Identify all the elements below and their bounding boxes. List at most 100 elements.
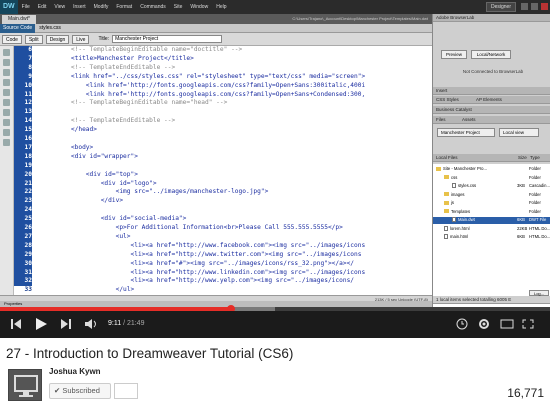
css-styles-tab[interactable]: CSS Styles xyxy=(433,96,473,104)
code-view-button[interactable]: Code xyxy=(2,34,22,44)
insert-tab[interactable]: Insert xyxy=(433,87,550,95)
channel-avatar[interactable] xyxy=(8,369,42,401)
site-select[interactable]: Manchester Project xyxy=(437,128,495,137)
code-line[interactable]: 17 <body> xyxy=(0,143,432,153)
menu-view[interactable]: View xyxy=(54,4,65,10)
play-icon[interactable] xyxy=(34,317,48,331)
code-line[interactable]: 16 xyxy=(0,135,432,144)
file-size: 6KB xyxy=(517,234,525,239)
code-line[interactable]: 21 <div id="logo"> xyxy=(0,179,432,189)
menu-modify[interactable]: Modify xyxy=(94,4,109,10)
code-line[interactable]: 28 <li><a href="http://www.facebook.com"… xyxy=(0,241,432,251)
file-row[interactable]: Main.dwt 6KB DWT File xyxy=(433,217,550,224)
menu-window[interactable]: Window xyxy=(190,4,208,10)
code-line[interactable]: 33 </ul> xyxy=(0,286,432,295)
log-button[interactable]: Log... xyxy=(529,290,549,296)
preview-button[interactable]: Preview xyxy=(441,50,467,59)
design-view-button[interactable]: Design xyxy=(45,34,70,44)
dreamweaver-screen: DW File Edit View Insert Modify Format C… xyxy=(0,0,550,307)
line-number: 6 xyxy=(14,46,32,55)
file-row[interactable]: images Folder xyxy=(433,192,550,199)
theater-mode-icon[interactable] xyxy=(500,319,514,329)
code-line[interactable]: 27 <ul> xyxy=(0,232,432,242)
browserlab-tab[interactable]: Adobe BrowserLab xyxy=(433,14,550,22)
code-line[interactable]: 20 <div id="top"> xyxy=(0,170,432,180)
title-input[interactable]: Manchester Project xyxy=(112,35,223,43)
code-line[interactable]: 14 <!-- TemplateEndEditable --> xyxy=(0,117,432,127)
code-line[interactable]: 29 <li><a href="http://www.twitter.com">… xyxy=(0,250,432,260)
code-line[interactable]: 15 </head> xyxy=(0,126,432,135)
code-line[interactable]: 24 xyxy=(0,206,432,216)
size-header[interactable]: Size xyxy=(517,154,529,162)
folder-icon xyxy=(444,192,449,197)
related-file-styles[interactable]: styles.css xyxy=(39,25,61,31)
file-name-cell: styles.css xyxy=(452,183,476,190)
local-files-header[interactable]: Local Files xyxy=(433,154,517,162)
subscribe-button[interactable]: ✔ Subscribed xyxy=(49,383,111,399)
menu-format[interactable]: Format xyxy=(116,4,132,10)
settings-gear-icon[interactable] xyxy=(478,318,490,330)
folder-icon xyxy=(444,209,449,214)
code-line[interactable]: 22 <img src="../images/manchester-logo.j… xyxy=(0,188,432,198)
file-row[interactable]: js Folder xyxy=(433,200,550,207)
source-code-button[interactable]: Source Code xyxy=(0,23,36,33)
menu-commands[interactable]: Commands xyxy=(140,4,166,10)
code-line[interactable]: 13 xyxy=(0,108,432,118)
file-row[interactable]: Templates Folder xyxy=(433,209,550,216)
line-text: <!-- TemplateEndEditable --> xyxy=(56,117,176,125)
code-line[interactable]: 7 <title>Manchester Project</title> xyxy=(0,54,432,64)
file-row[interactable]: Site - Manchester Pro... Folder xyxy=(433,166,550,173)
local-network-select[interactable]: Local/Network xyxy=(471,50,511,59)
line-number: 14 xyxy=(14,117,32,127)
workspace-switcher[interactable]: Designer xyxy=(485,2,516,12)
next-icon[interactable] xyxy=(60,318,72,330)
code-line[interactable]: 18 <div id="wrapper"> xyxy=(0,152,432,162)
file-row[interactable]: styles.css 3KB Cascadin... xyxy=(433,183,550,190)
assets-tab[interactable]: Assets xyxy=(459,116,550,124)
file-name-cell: css xyxy=(444,175,457,182)
code-line[interactable]: 31 <li><a href="http://www.linkedin.com"… xyxy=(0,268,432,278)
close-icon[interactable] xyxy=(541,3,548,10)
code-line[interactable]: 6 <!-- TemplateBeginEditable name="docti… xyxy=(0,46,432,55)
file-size: 22KB xyxy=(517,225,528,231)
file-row[interactable]: main.html 6KB HTML Do... xyxy=(433,234,550,241)
code-editor[interactable]: 6 <!-- TemplateBeginEditable name="docti… xyxy=(0,46,432,295)
menu-help[interactable]: Help xyxy=(216,4,226,10)
menu-file[interactable]: File xyxy=(22,4,30,10)
code-line[interactable]: 32 <li><a href="http://www.yelp.com"><im… xyxy=(0,277,432,287)
volume-icon[interactable] xyxy=(84,318,98,330)
line-number: 17 xyxy=(14,143,32,153)
previous-icon[interactable] xyxy=(10,318,22,330)
type-header[interactable]: Type xyxy=(529,154,550,162)
file-row[interactable]: lorem.html 22KB HTML Do... xyxy=(433,226,550,233)
line-number: 28 xyxy=(14,241,32,251)
code-line[interactable]: 23 </div> xyxy=(0,197,432,207)
code-line[interactable]: 25 <div id="social-media"> xyxy=(0,215,432,224)
view-select[interactable]: Local view xyxy=(499,128,539,137)
fullscreen-icon[interactable] xyxy=(522,319,534,329)
code-line[interactable]: 9 <link href="../css/styles.css" rel="st… xyxy=(0,72,432,82)
code-line[interactable]: 11 <link href='http://fonts.googleapis.c… xyxy=(0,90,432,100)
code-line[interactable]: 30 <li><a href="#"><img src="../images/i… xyxy=(0,259,432,269)
video-player[interactable]: DW File Edit View Insert Modify Format C… xyxy=(0,0,550,338)
maximize-icon[interactable] xyxy=(531,3,538,10)
menu-site[interactable]: Site xyxy=(174,4,183,10)
business-catalyst-tab[interactable]: Business Catalyst xyxy=(433,106,550,114)
watch-later-icon[interactable] xyxy=(456,318,468,330)
minimize-icon[interactable] xyxy=(521,3,528,10)
ap-elements-tab[interactable]: AP Elements xyxy=(473,96,550,104)
menu-insert[interactable]: Insert xyxy=(73,4,86,10)
line-text: </ul> xyxy=(56,286,135,294)
code-line[interactable]: 12 <!-- TemplateBeginEditable name="head… xyxy=(0,99,432,109)
code-line[interactable]: 19 xyxy=(0,161,432,171)
file-row[interactable]: css Folder xyxy=(433,175,550,182)
live-view-button[interactable]: Live xyxy=(72,34,90,44)
menu-edit[interactable]: Edit xyxy=(38,4,47,10)
files-tab[interactable]: Files xyxy=(433,116,459,124)
code-line[interactable]: 10 <link href='http://fonts.googleapis.c… xyxy=(0,81,432,91)
document-toolbar: Code Split Design Live Title: Manchester… xyxy=(0,33,432,46)
channel-name[interactable]: Joshua Kywn xyxy=(49,367,101,376)
code-line[interactable]: 26 <p>For Additional Information<br>Plea… xyxy=(0,224,432,233)
split-view-button[interactable]: Split xyxy=(24,34,43,44)
code-line[interactable]: 8 <!-- TemplateEndEditable --> xyxy=(0,63,432,73)
